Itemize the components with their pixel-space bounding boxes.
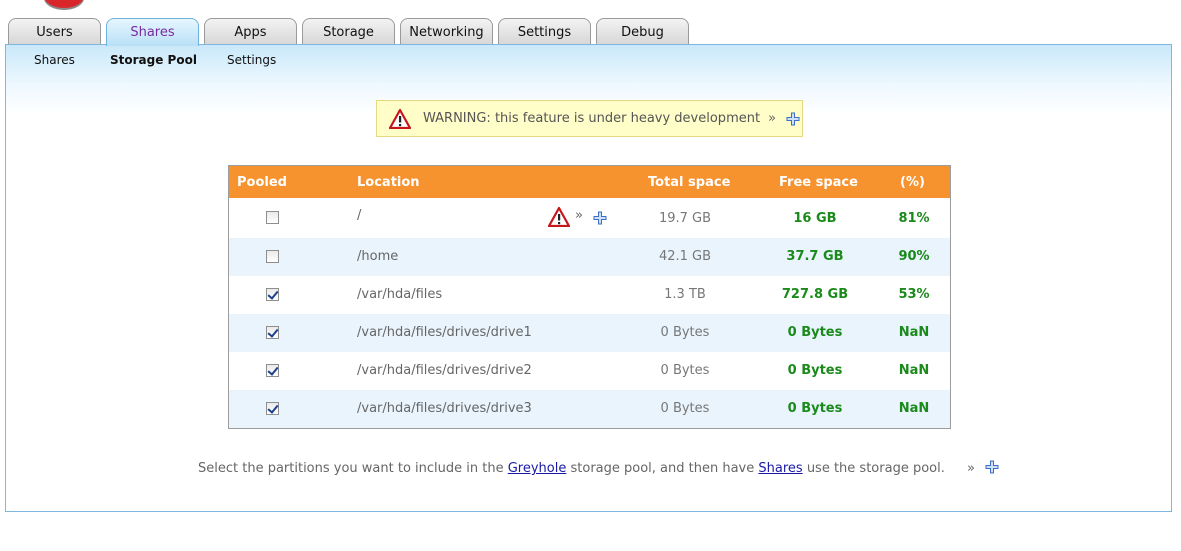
total-space-cell: 0 Bytes	[660, 363, 710, 378]
tab-apps[interactable]: Apps	[204, 18, 297, 45]
plus-icon[interactable]	[593, 211, 607, 225]
header-pooled: Pooled	[237, 175, 287, 190]
tab-settings[interactable]: Settings	[498, 18, 591, 45]
tab-debug[interactable]: Debug	[596, 18, 689, 45]
content-panel: Shares Storage Pool Settings WARNING: th…	[5, 44, 1172, 512]
total-space-cell: 0 Bytes	[660, 401, 710, 416]
header-percent: (%)	[900, 175, 925, 190]
warning-icon[interactable]	[548, 207, 570, 227]
table-row: /var/hda/files/drives/drive2 0 Bytes 0 B…	[229, 352, 950, 390]
free-space-cell: 0 Bytes	[787, 401, 843, 416]
tab-label: Debug	[621, 24, 664, 40]
table-header: Pooled Location Total space Free space (…	[229, 166, 950, 198]
tab-label: Users	[36, 24, 73, 40]
help-text: Select the partitions you want to includ…	[198, 460, 999, 476]
percent-cell: NaN	[898, 325, 930, 340]
total-space-cell: 0 Bytes	[660, 325, 710, 340]
subnav-settings[interactable]: Settings	[227, 53, 276, 67]
pooled-checkbox[interactable]	[266, 326, 279, 339]
pooled-checkbox[interactable]	[266, 364, 279, 377]
free-space-cell: 16 GB	[793, 211, 837, 226]
percent-cell: 81%	[898, 211, 930, 226]
table-row: /var/hda/files/drives/drive3 0 Bytes 0 B…	[229, 390, 950, 428]
warning-banner: WARNING: this feature is under heavy dev…	[376, 100, 803, 137]
tab-label: Apps	[234, 24, 267, 40]
total-space-cell: 42.1 GB	[658, 249, 712, 264]
percent-cell: 53%	[898, 287, 930, 302]
free-space-cell: 37.7 GB	[786, 249, 844, 264]
help-text-part: use the storage pool.	[802, 461, 945, 476]
subnav-storage-pool[interactable]: Storage Pool	[110, 53, 197, 67]
greyhole-link[interactable]: Greyhole	[508, 461, 567, 476]
more-link[interactable]: »	[967, 461, 975, 476]
pooled-checkbox[interactable]	[266, 211, 279, 224]
percent-cell: 90%	[898, 249, 930, 264]
tab-label: Settings	[517, 24, 572, 40]
table-row: /home 42.1 GB 37.7 GB 90%	[229, 238, 950, 276]
tab-shares[interactable]: Shares	[106, 18, 199, 46]
storage-pool-table: Pooled Location Total space Free space (…	[228, 165, 951, 429]
table-row: / » 19.7 GB 16 GB 81%	[229, 198, 950, 238]
warning-icon	[389, 108, 411, 129]
location-cell: /var/hda/files/drives/drive1	[357, 325, 532, 340]
table-row: /var/hda/files/drives/drive1 0 Bytes 0 B…	[229, 314, 950, 352]
shares-link[interactable]: Shares	[758, 461, 802, 476]
header-free-space: Free space	[779, 175, 858, 190]
pooled-checkbox[interactable]	[266, 288, 279, 301]
location-cell: /	[357, 208, 362, 223]
header-location: Location	[357, 175, 420, 190]
percent-cell: NaN	[898, 401, 930, 416]
app-logo	[44, 0, 84, 8]
pooled-checkbox[interactable]	[266, 402, 279, 415]
tab-users[interactable]: Users	[8, 18, 101, 45]
free-space-cell: 0 Bytes	[787, 363, 843, 378]
warning-text: WARNING: this feature is under heavy dev…	[423, 111, 761, 126]
location-cell: /home	[357, 249, 399, 264]
total-space-cell: 19.7 GB	[658, 211, 712, 226]
header-total-space: Total space	[648, 175, 731, 190]
free-space-cell: 727.8 GB	[781, 287, 849, 302]
location-cell: /var/hda/files/drives/drive2	[357, 363, 532, 378]
pooled-checkbox[interactable]	[266, 250, 279, 263]
percent-cell: NaN	[898, 363, 930, 378]
more-link[interactable]: »	[575, 208, 583, 223]
plus-icon[interactable]	[985, 460, 999, 474]
location-cell: /var/hda/files	[357, 287, 443, 302]
tab-label: Shares	[130, 25, 175, 40]
more-link[interactable]: »	[768, 111, 776, 126]
free-space-cell: 0 Bytes	[787, 325, 843, 340]
plus-icon[interactable]	[786, 112, 800, 126]
help-text-part: Select the partitions you want to includ…	[198, 461, 508, 476]
help-text-part: storage pool, and then have	[566, 461, 759, 476]
total-space-cell: 1.3 TB	[664, 287, 706, 302]
tab-label: Networking	[409, 24, 484, 40]
location-cell: /var/hda/files/drives/drive3	[357, 401, 532, 416]
tab-networking[interactable]: Networking	[400, 18, 493, 45]
table-row: /var/hda/files 1.3 TB 727.8 GB 53%	[229, 276, 950, 314]
tab-label: Storage	[323, 24, 374, 40]
subnav-shares[interactable]: Shares	[34, 53, 75, 67]
tab-storage[interactable]: Storage	[302, 18, 395, 45]
